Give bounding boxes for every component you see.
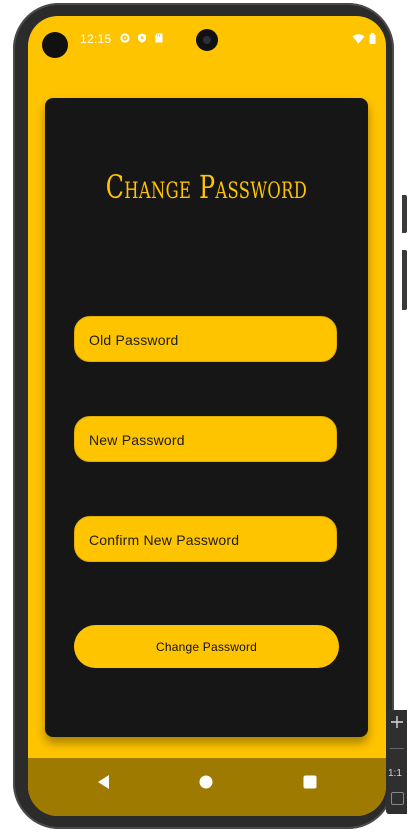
front-camera [196, 29, 218, 51]
old-password-field[interactable]: Old Password [74, 316, 337, 362]
new-password-placeholder: New Password [89, 432, 185, 448]
app-screen: 12:15 Change Password Old Password New P… [28, 16, 386, 816]
confirm-password-placeholder: Confirm New Password [89, 532, 240, 548]
recents-icon[interactable] [300, 772, 320, 792]
ratio-label[interactable]: 1:1 [388, 768, 402, 779]
home-icon[interactable] [196, 772, 216, 792]
shield-icon [138, 33, 146, 43]
camera-cutout [42, 32, 68, 58]
status-bar: 12:15 [28, 16, 386, 66]
change-password-button-label: Change Password [155, 639, 258, 654]
volume-up-button[interactable] [402, 195, 407, 233]
change-password-card: Change Password Old Password New Passwor… [45, 98, 368, 737]
settings-icon [120, 33, 130, 43]
plus-icon[interactable] [389, 714, 405, 730]
status-icons-left [120, 33, 164, 43]
back-icon[interactable] [94, 772, 114, 792]
old-password-placeholder: Old Password [89, 332, 179, 348]
confirm-password-field[interactable]: Confirm New Password [74, 516, 337, 562]
battery-icon [369, 33, 376, 44]
navigation-bar [28, 758, 386, 816]
new-password-field[interactable]: New Password [74, 416, 337, 462]
status-time: 12:15 [80, 32, 112, 46]
page-title: Change Password [105, 168, 308, 206]
sd-card-icon [155, 33, 163, 43]
status-icons-right [352, 33, 376, 44]
side-divider [390, 748, 404, 749]
change-password-button[interactable]: Change Password [74, 625, 339, 668]
wifi-icon [352, 33, 365, 43]
emulator-side-controls: 1:1 [386, 710, 407, 814]
volume-down-button[interactable] [402, 250, 407, 310]
fit-screen-icon[interactable] [391, 792, 404, 805]
